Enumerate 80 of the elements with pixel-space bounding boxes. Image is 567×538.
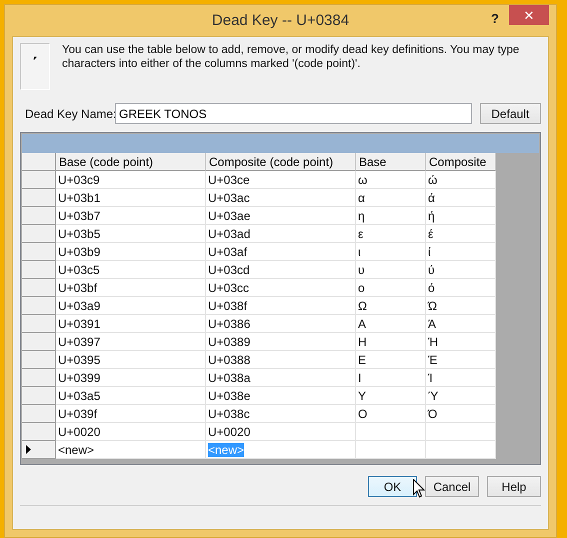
column-header[interactable]: Base [356, 153, 426, 171]
table-cell[interactable]: α [356, 189, 426, 207]
table-cell[interactable]: U+0399 [56, 369, 206, 387]
table-cell[interactable]: U+038e [206, 387, 356, 405]
table-cell[interactable]: U+038c [206, 405, 356, 423]
table-cell[interactable]: U+03a5 [56, 387, 206, 405]
table-cell[interactable]: U+03b5 [56, 225, 206, 243]
table-cell[interactable]: U+03b7 [56, 207, 206, 225]
table-cell[interactable]: Α [356, 315, 426, 333]
table-cell[interactable]: U+03bf [56, 279, 206, 297]
table-cell[interactable]: U+0389 [206, 333, 356, 351]
table-cell[interactable]: η [356, 207, 426, 225]
table-cell[interactable]: U+03ce [206, 171, 356, 189]
table-cell[interactable]: Ε [356, 351, 426, 369]
description-text: You can use the table below to add, remove, or modify dead key definitions. You may type characters into either of the columns marked '(code point)'. [62, 43, 520, 71]
table-cell[interactable]: Ύ [426, 387, 496, 405]
table-cell[interactable]: Ο [356, 405, 426, 423]
table-cell[interactable] [356, 423, 426, 441]
current-row-icon [26, 445, 31, 454]
default-button[interactable]: Default [480, 103, 541, 124]
table-cell[interactable]: ι [356, 243, 426, 261]
table-cell[interactable]: U+03ad [206, 225, 356, 243]
table-cell[interactable]: U+03cc [206, 279, 356, 297]
table-cell[interactable]: U+03ac [206, 189, 356, 207]
table-cell[interactable]: ο [356, 279, 426, 297]
help-icon[interactable]: ? [491, 11, 499, 26]
table-cell[interactable]: U+0397 [56, 333, 206, 351]
table-cell[interactable]: Ά [426, 315, 496, 333]
table-cell[interactable]: U+0391 [56, 315, 206, 333]
table-cell[interactable]: υ [356, 261, 426, 279]
table-cell[interactable]: Ό [426, 405, 496, 423]
dead-key-preview: ΄ [20, 43, 50, 90]
column-header[interactable]: Composite (code point) [206, 153, 356, 171]
table-cell[interactable]: Υ [356, 387, 426, 405]
window-title: Dead Key -- U+0384 [212, 12, 350, 29]
table-cell[interactable]: Η [356, 333, 426, 351]
dialog-button[interactable]: Help [487, 476, 541, 497]
table-cell[interactable]: Ί [426, 369, 496, 387]
dialog-button[interactable]: Cancel [425, 476, 479, 497]
table-cell[interactable]: U+03c5 [56, 261, 206, 279]
dialog-button[interactable]: OK [368, 476, 417, 497]
table-cell[interactable]: Έ [426, 351, 496, 369]
name-field[interactable]: GREEK TONOS [115, 103, 472, 124]
column-header[interactable]: Composite [426, 153, 496, 171]
table-cell[interactable]: U+0020 [206, 423, 356, 441]
table-cell[interactable]: ύ [426, 261, 496, 279]
table-cell[interactable]: ά [426, 189, 496, 207]
table-cell[interactable]: U+03c9 [56, 171, 206, 189]
table-cell[interactable] [426, 423, 496, 441]
cursor-icon [413, 479, 425, 498]
table-cell[interactable]: ό [426, 279, 496, 297]
table-cell[interactable]: U+038a [206, 369, 356, 387]
table-cell[interactable]: Ώ [426, 297, 496, 315]
table-cell[interactable]: Ή [426, 333, 496, 351]
table-cell[interactable]: U+03ae [206, 207, 356, 225]
table-cell[interactable]: U+0386 [206, 315, 356, 333]
table-cell[interactable]: ώ [426, 171, 496, 189]
table-cell[interactable]: ή [426, 207, 496, 225]
table-cell[interactable]: U+03b1 [56, 189, 206, 207]
table-cell[interactable]: U+03cd [206, 261, 356, 279]
table-cell[interactable]: <new> [56, 441, 206, 459]
table-cell[interactable]: U+038f [206, 297, 356, 315]
table-cell[interactable]: U+0020 [56, 423, 206, 441]
table-cell[interactable]: U+03a9 [56, 297, 206, 315]
table-cell[interactable] [356, 441, 426, 459]
table-cell[interactable]: U+039f [56, 405, 206, 423]
table-cell[interactable]: Ω [356, 297, 426, 315]
table-cell[interactable] [426, 441, 496, 459]
table-cell[interactable]: U+0388 [206, 351, 356, 369]
table-cell[interactable]: U+03b9 [56, 243, 206, 261]
table-cell[interactable]: έ [426, 225, 496, 243]
table-cell[interactable]: Ι [356, 369, 426, 387]
table-cell[interactable]: ε [356, 225, 426, 243]
close-button[interactable]: ✕ [509, 5, 549, 25]
table-cell[interactable]: ί [426, 243, 496, 261]
table-cell[interactable]: U+03af [206, 243, 356, 261]
row-header[interactable] [22, 441, 56, 459]
column-header[interactable]: Base (code point) [56, 153, 206, 171]
table-cell[interactable]: U+0395 [56, 351, 206, 369]
table-cell[interactable]: ω [356, 171, 426, 189]
